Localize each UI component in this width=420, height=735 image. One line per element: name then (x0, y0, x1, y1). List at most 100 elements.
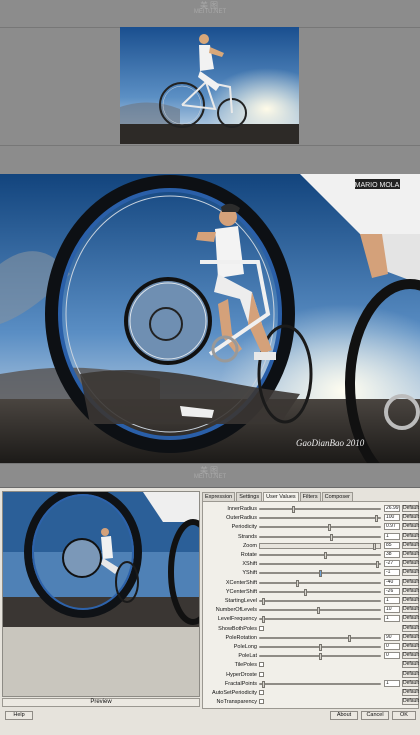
param-slider[interactable] (259, 579, 381, 587)
svg-text:MARIO MOLA: MARIO MOLA (355, 182, 400, 189)
param-label: HyperDroste (226, 671, 257, 678)
slider-thumb[interactable] (304, 588, 308, 596)
param-label: InnerRadius (227, 506, 257, 512)
ok-button[interactable]: OK (392, 711, 416, 720)
param-value-field[interactable]: 1 (384, 597, 400, 604)
tab-filters[interactable]: Filters (299, 492, 321, 501)
default-button[interactable]: Default (402, 670, 419, 678)
default-button[interactable]: Default (402, 560, 419, 568)
param-value-field[interactable]: 0 (384, 643, 400, 650)
default-button[interactable]: Default (402, 652, 419, 660)
slider-thumb[interactable] (327, 524, 331, 532)
param-value-field[interactable]: 85 (384, 541, 400, 549)
param-value-field[interactable]: 1 (384, 615, 400, 623)
param-checkbox[interactable] (259, 662, 264, 668)
param-label: FractalPoints (224, 680, 257, 687)
param-row-polelat: PoleLat 0 Default (203, 652, 420, 661)
default-button[interactable]: Default (402, 643, 419, 650)
default-button[interactable]: Default (402, 689, 419, 696)
param-value-field[interactable]: 1 (384, 679, 400, 687)
default-button[interactable]: Default (402, 661, 419, 669)
slider-thumb[interactable] (318, 644, 322, 651)
param-slider[interactable] (259, 616, 381, 624)
watermark-2: 美图 MEITU.NET (193, 466, 227, 481)
param-slider[interactable] (259, 644, 381, 651)
param-value-field[interactable]: 0.97 (384, 523, 400, 531)
param-slider[interactable] (259, 634, 381, 642)
slider-thumb[interactable] (318, 653, 322, 661)
slider-thumb[interactable] (374, 515, 378, 523)
param-slider[interactable] (259, 598, 381, 605)
param-value-field[interactable]: -40 (384, 578, 400, 586)
param-value-field[interactable]: 1 (384, 532, 400, 540)
param-slider[interactable] (259, 570, 381, 578)
slider-thumb[interactable] (324, 552, 328, 559)
slider-thumb[interactable] (318, 570, 322, 578)
param-slider[interactable] (259, 533, 381, 541)
param-row-outerradius: OuterRadius 100 Default (203, 514, 420, 523)
cancel-button[interactable]: Cancel (361, 711, 389, 720)
param-value-field[interactable]: 90 (384, 633, 400, 641)
default-button[interactable]: Default (402, 532, 419, 540)
slider-thumb[interactable] (347, 634, 351, 642)
param-checkbox[interactable] (259, 671, 264, 677)
param-slider[interactable] (259, 552, 381, 559)
default-button[interactable]: Default (402, 569, 419, 577)
param-value-field[interactable]: 100 (384, 514, 400, 522)
default-button[interactable]: Default (402, 514, 419, 522)
slider-thumb[interactable] (317, 607, 321, 615)
param-value-field[interactable]: -27 (384, 560, 400, 568)
param-value-field[interactable]: 10 (384, 606, 400, 614)
param-row-notransparency: NoTransparency Default (203, 698, 420, 706)
param-value-field[interactable]: -26 (384, 587, 400, 595)
slider-thumb[interactable] (373, 542, 377, 550)
tab-expression[interactable]: Expression (202, 492, 236, 501)
default-button[interactable]: Default (402, 597, 419, 604)
default-button[interactable]: Default (402, 505, 419, 512)
param-checkbox[interactable] (259, 699, 264, 705)
param-checkbox[interactable] (259, 625, 264, 631)
default-button[interactable]: Default (402, 523, 419, 531)
param-slider[interactable] (259, 653, 381, 661)
slider-thumb[interactable] (291, 506, 295, 513)
tab-settings[interactable]: Settings (236, 492, 263, 501)
default-button[interactable]: Default (402, 587, 419, 595)
about-button[interactable]: About (330, 711, 358, 720)
param-value-field[interactable]: 38 (384, 551, 400, 558)
default-button[interactable]: Default (402, 615, 419, 623)
preview-button[interactable]: Preview (2, 698, 200, 707)
default-button[interactable]: Default (402, 606, 419, 614)
param-row-innerradius: InnerRadius 26.99 Default (203, 505, 420, 513)
default-button[interactable]: Default (402, 551, 419, 558)
param-slider[interactable] (259, 542, 381, 550)
param-label: Rotate (240, 552, 257, 558)
default-button[interactable]: Default (402, 541, 419, 549)
slider-thumb[interactable] (296, 579, 300, 587)
param-slider[interactable] (259, 680, 381, 688)
default-button[interactable]: Default (402, 679, 419, 687)
slider-thumb[interactable] (375, 561, 379, 569)
default-button[interactable]: Default (402, 698, 419, 706)
param-value-field[interactable]: -1 (384, 569, 400, 577)
default-button[interactable]: Default (402, 578, 419, 586)
param-value-field[interactable]: 26.99 (384, 505, 400, 512)
param-label: PoleRotation (225, 634, 258, 641)
param-slider[interactable] (259, 607, 381, 615)
slider-thumb[interactable] (262, 598, 266, 605)
param-slider[interactable] (259, 515, 381, 523)
param-row-polelong: PoleLong 0 Default (203, 643, 420, 651)
param-value-field[interactable]: 0 (384, 652, 400, 660)
default-button[interactable]: Default (402, 633, 419, 641)
slider-thumb[interactable] (262, 616, 266, 624)
param-slider[interactable] (259, 506, 381, 513)
param-checkbox[interactable] (259, 690, 264, 695)
tab-composer[interactable]: Composer (321, 492, 354, 501)
tab-user-values[interactable]: User Values (263, 492, 299, 501)
param-slider[interactable] (259, 588, 381, 596)
slider-thumb[interactable] (330, 533, 334, 541)
param-slider[interactable] (259, 561, 381, 569)
default-button[interactable]: Default (402, 624, 419, 632)
param-slider[interactable] (259, 524, 381, 532)
help-button[interactable]: Help (5, 711, 33, 720)
slider-thumb[interactable] (262, 680, 266, 688)
